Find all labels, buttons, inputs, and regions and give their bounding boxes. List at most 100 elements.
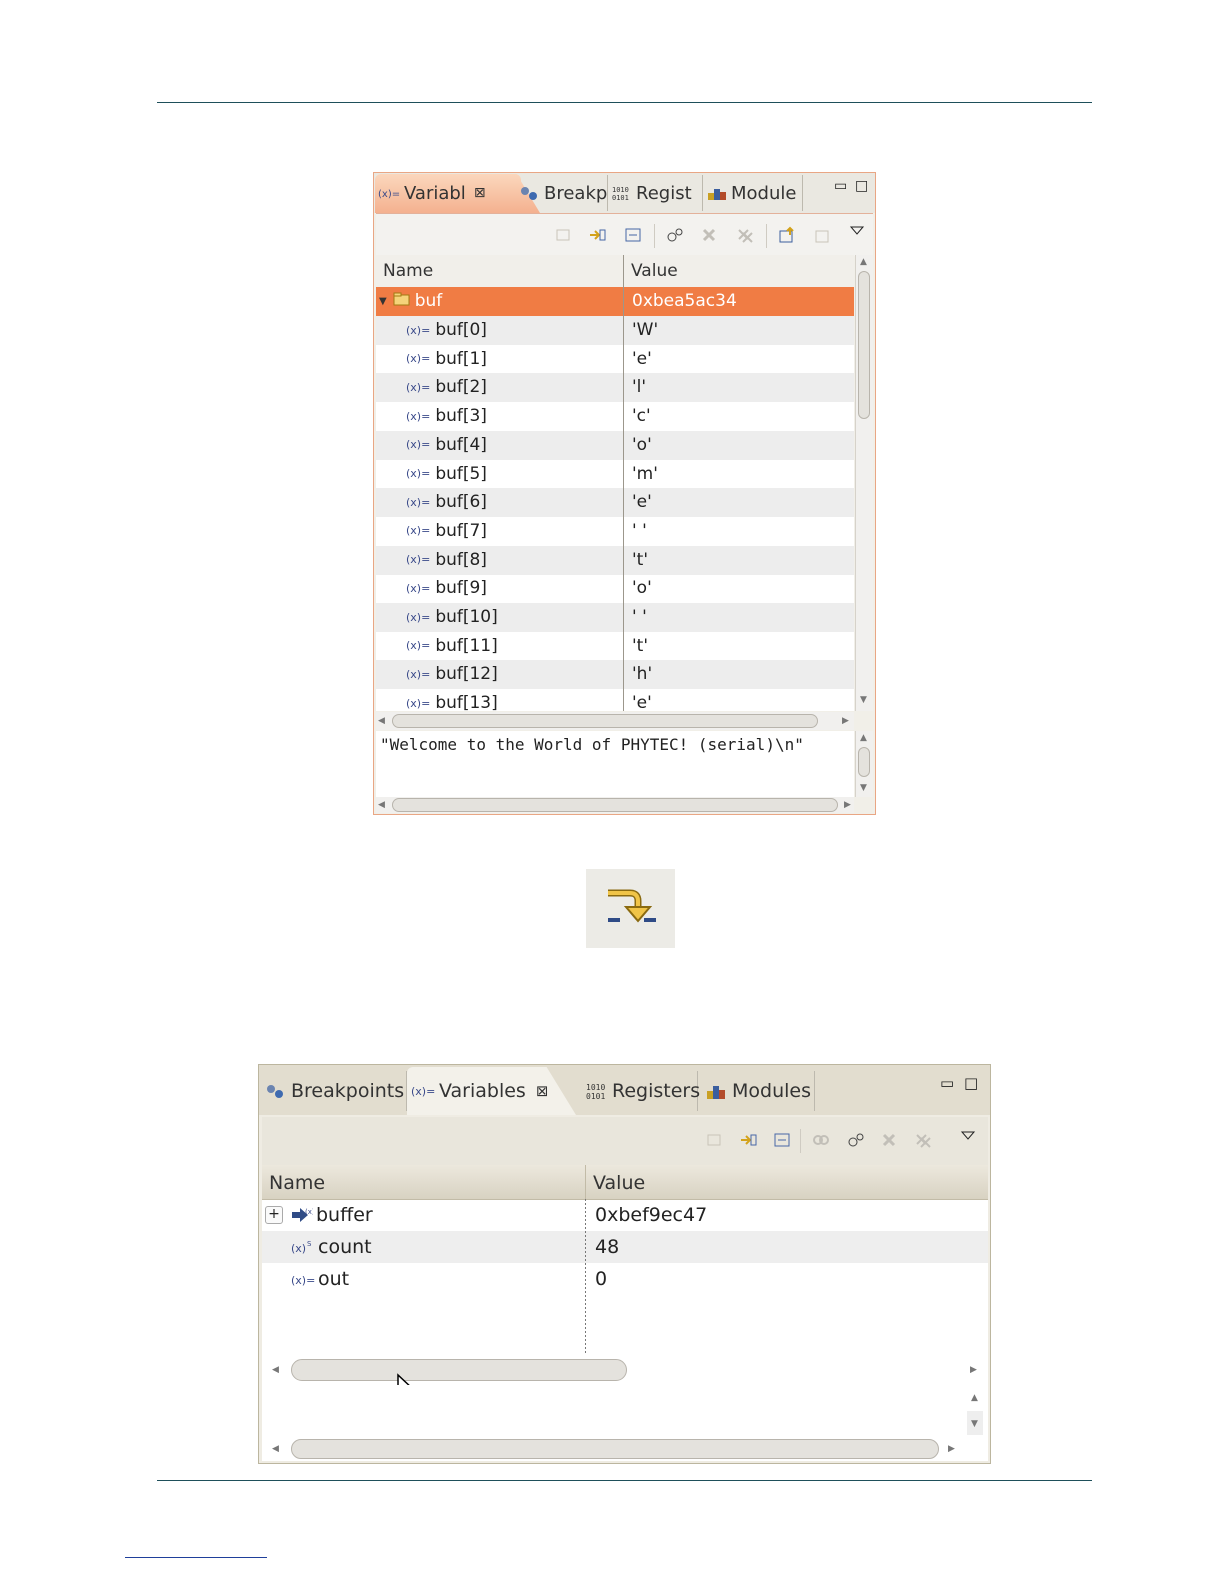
table-row[interactable]: (x)= buf[13] 'e'	[376, 689, 854, 711]
variable-icon: (x)=	[406, 380, 431, 394]
table-row[interactable]: (x) Scount 48	[262, 1231, 988, 1263]
expand-triangle-icon[interactable]: ▼	[379, 296, 387, 307]
table-row[interactable]: (x)= buf[4] 'o'	[376, 430, 854, 460]
variable-name: buf[3]	[435, 406, 487, 427]
remove-all-icon[interactable]	[914, 1131, 932, 1149]
tab-registers[interactable]: 1010 0101 Regist	[612, 175, 703, 211]
vertical-scrollbar[interactable]: ▲ ▼	[855, 255, 873, 711]
variable-value: 'l'	[632, 377, 647, 398]
table-row[interactable]: (x)= buf[11] 't'	[376, 632, 854, 661]
column-header-name[interactable]: Name	[383, 261, 433, 281]
expand-plus-icon[interactable]: +	[265, 1206, 283, 1224]
svg-text:0101: 0101	[586, 1092, 605, 1100]
detail-vertical-scrollbar[interactable]: ▲ ▼	[962, 1385, 988, 1437]
table-row[interactable]: (x)= buf[2] 'l'	[376, 373, 854, 403]
collapse-all-icon[interactable]	[773, 1131, 791, 1149]
svg-text:(x)=: (x)=	[291, 1274, 315, 1287]
column-header-value[interactable]: Value	[593, 1172, 645, 1194]
remove-all-icon[interactable]	[736, 226, 754, 244]
table-row[interactable]: (x)= buf[8] 't'	[376, 545, 854, 575]
table-row[interactable]: + (x)buffer 0xbef9ec47	[262, 1199, 988, 1231]
import-icon[interactable]	[814, 226, 832, 244]
detail-horizontal-scrollbar[interactable]: ◀ ▶	[376, 797, 854, 813]
link-icon[interactable]	[812, 1131, 830, 1149]
collapse-all-icon[interactable]	[624, 226, 642, 244]
table-row[interactable]: (x)= buf[7] ' '	[376, 517, 854, 546]
detail-vertical-scrollbar[interactable]: ▲ ▼	[855, 731, 873, 797]
watch-expression-icon[interactable]	[666, 226, 684, 244]
variable-icon: (x)=	[406, 667, 431, 681]
horizontal-scrollbar[interactable]: ◀ ▶	[262, 1355, 988, 1385]
variable-icon: (x)=	[406, 524, 431, 538]
table-header: Name Value	[376, 255, 854, 288]
detail-pane[interactable]	[262, 1385, 962, 1437]
table-row[interactable]: (x)= buf[6] 'e'	[376, 488, 854, 518]
export-icon[interactable]	[778, 226, 796, 244]
table-row[interactable]: (x)= buf[1] 'e'	[376, 345, 854, 374]
show-type-names-icon[interactable]	[588, 226, 606, 244]
table-row[interactable]: (x)= buf[5] 'm'	[376, 460, 854, 489]
maximize-button[interactable]: □	[964, 1074, 978, 1092]
svg-text:(x)=: (x)=	[411, 1085, 435, 1098]
variable-value: 'W'	[632, 320, 659, 340]
minimize-button[interactable]: ▭	[834, 178, 847, 194]
svg-text:(x)=: (x)=	[378, 189, 400, 200]
variable-icon: (x)=	[406, 553, 431, 567]
column-header-value[interactable]: Value	[631, 261, 678, 281]
variables-view-expanded: (x)= Variabl ⊠ Breakp 1010 0101 Regist Mo…	[373, 172, 876, 815]
close-icon[interactable]: ⊠	[536, 1082, 549, 1100]
collapse-icon[interactable]	[554, 226, 572, 244]
table-header: Name Value	[262, 1165, 988, 1200]
table-row[interactable]: (x)= buf[0] 'W'	[376, 316, 854, 345]
variable-icon: (x)=	[406, 323, 431, 337]
table-row[interactable]: (x)= buf[10] ' '	[376, 603, 854, 632]
table-row[interactable]: (x)= buf[12] 'h'	[376, 660, 854, 690]
page-header-rule	[157, 102, 1092, 103]
tab-variables[interactable]: (x)= Variables ⊠	[411, 1071, 548, 1111]
modules-icon	[707, 185, 727, 201]
watch-expression-icon[interactable]	[847, 1131, 865, 1149]
scrollbar-thumb[interactable]	[291, 1439, 939, 1459]
variable-name: buf[11]	[435, 635, 498, 656]
detail-horizontal-scrollbar[interactable]: ◀ ▶	[262, 1437, 988, 1461]
table-row[interactable]: (x)= buf[3] 'c'	[376, 402, 854, 431]
table-row[interactable]: (x)= buf[9] 'o'	[376, 574, 854, 603]
pointer-variable-icon: (x)	[291, 1207, 313, 1223]
variable-icon: (x)=	[406, 581, 431, 595]
variable-name: buf[4]	[435, 434, 487, 455]
tab-variables[interactable]: (x)= Variabl ⊠	[378, 175, 486, 211]
variable-name: buf[9]	[435, 578, 487, 599]
registers-icon: 1010 0101	[586, 1082, 608, 1100]
tab-breakpoints[interactable]: Breakpoints	[265, 1071, 407, 1111]
view-menu-icon[interactable]	[959, 1127, 977, 1145]
horizontal-scrollbar[interactable]: ◀ ▶	[376, 712, 854, 730]
variable-icon: (x)=	[406, 610, 431, 624]
maximize-button[interactable]: □	[855, 178, 868, 194]
variable-icon: (x)=	[406, 696, 431, 710]
tab-modules[interactable]: Module	[707, 175, 803, 211]
variable-name: buf[2]	[435, 377, 487, 398]
variable-icon: (x)=	[406, 352, 431, 366]
minimize-button[interactable]: ▭	[940, 1074, 954, 1092]
scrollbar-thumb[interactable]	[858, 271, 870, 419]
detail-pane[interactable]: "Welcome to the World of PHYTEC! (serial…	[376, 731, 854, 797]
scrollbar-thumb[interactable]	[291, 1359, 627, 1381]
table-row-selected[interactable]: ▼ buf 0xbea5ac34	[376, 287, 854, 316]
remove-icon[interactable]	[880, 1131, 898, 1149]
variable-value: 't'	[632, 549, 649, 570]
tab-modules[interactable]: Modules	[706, 1071, 815, 1111]
view-menu-icon[interactable]	[848, 222, 866, 240]
variable-icon: (x)=	[406, 467, 431, 480]
collapse-icon[interactable]	[705, 1131, 723, 1149]
table-row[interactable]: (x)= out 0	[262, 1263, 988, 1295]
breakpoints-icon	[520, 185, 540, 201]
close-icon[interactable]: ⊠	[474, 185, 486, 201]
show-type-names-icon[interactable]	[739, 1131, 757, 1149]
tab-registers[interactable]: 1010 0101 Registers	[586, 1071, 700, 1111]
column-header-name[interactable]: Name	[269, 1172, 325, 1194]
variables-icon: (x)=	[411, 1084, 435, 1098]
tab-breakpoints[interactable]: Breakp	[520, 175, 608, 211]
scrollbar-thumb[interactable]	[392, 714, 818, 728]
remove-icon[interactable]	[700, 226, 718, 244]
svg-text:0101: 0101	[612, 194, 629, 201]
